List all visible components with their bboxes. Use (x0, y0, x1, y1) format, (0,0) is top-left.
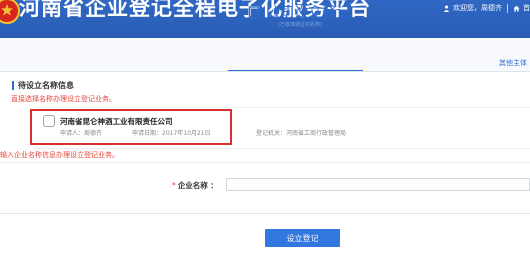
select-name-hint: 直接选择名称办理设立登记业务。 (11, 95, 116, 103)
section-title: 待设立名称信息 (18, 81, 74, 90)
welcome-text[interactable]: 欢迎您，周德齐 (453, 3, 502, 13)
establish-registration-button[interactable]: 设立登记 (265, 229, 340, 247)
edit-form-icon (248, 5, 262, 19)
name-select-checkbox[interactable] (43, 115, 55, 127)
other-entity-tab[interactable]: 其他主体 (499, 58, 527, 68)
company-name[interactable]: 河南省昆仑神酒工业有限责任公司 (60, 116, 173, 127)
page-title: 公司设立登记 (248, 2, 350, 22)
pending-section-header: 待设立名称信息 (12, 80, 74, 91)
divider (0, 162, 530, 163)
page-title-text: 公司设立登记 (266, 5, 350, 21)
section-marker (12, 81, 14, 90)
divider (0, 213, 530, 214)
registration-authority-text: 登记机关：河南省工商行政管理局 (256, 130, 347, 137)
company-name-label: * 企业名称 ： (172, 180, 218, 191)
home-link[interactable]: 首 (523, 3, 530, 13)
page-subtitle: [已核准通过的名称] (278, 22, 322, 28)
selection-highlight-frame (30, 109, 232, 145)
apply-date-text: 申请日期：2017年10月21日 (132, 130, 211, 137)
user-area: 欢迎您，周德齐 首 (443, 0, 530, 16)
page-title-area (0, 38, 530, 71)
company-name-input[interactable] (226, 178, 530, 191)
required-mark: * (172, 181, 176, 190)
applicant-text: 申请人：周德齐 (60, 130, 103, 137)
national-emblem-icon (0, 0, 20, 24)
header-divider (507, 3, 508, 13)
home-icon[interactable] (513, 5, 520, 12)
user-icon (443, 5, 450, 12)
input-name-hint: 输入企业名称信息办理设立登记业务。 (0, 151, 119, 159)
divider (0, 71, 530, 72)
company-name-label-text: 企业名称 ： (177, 181, 218, 190)
